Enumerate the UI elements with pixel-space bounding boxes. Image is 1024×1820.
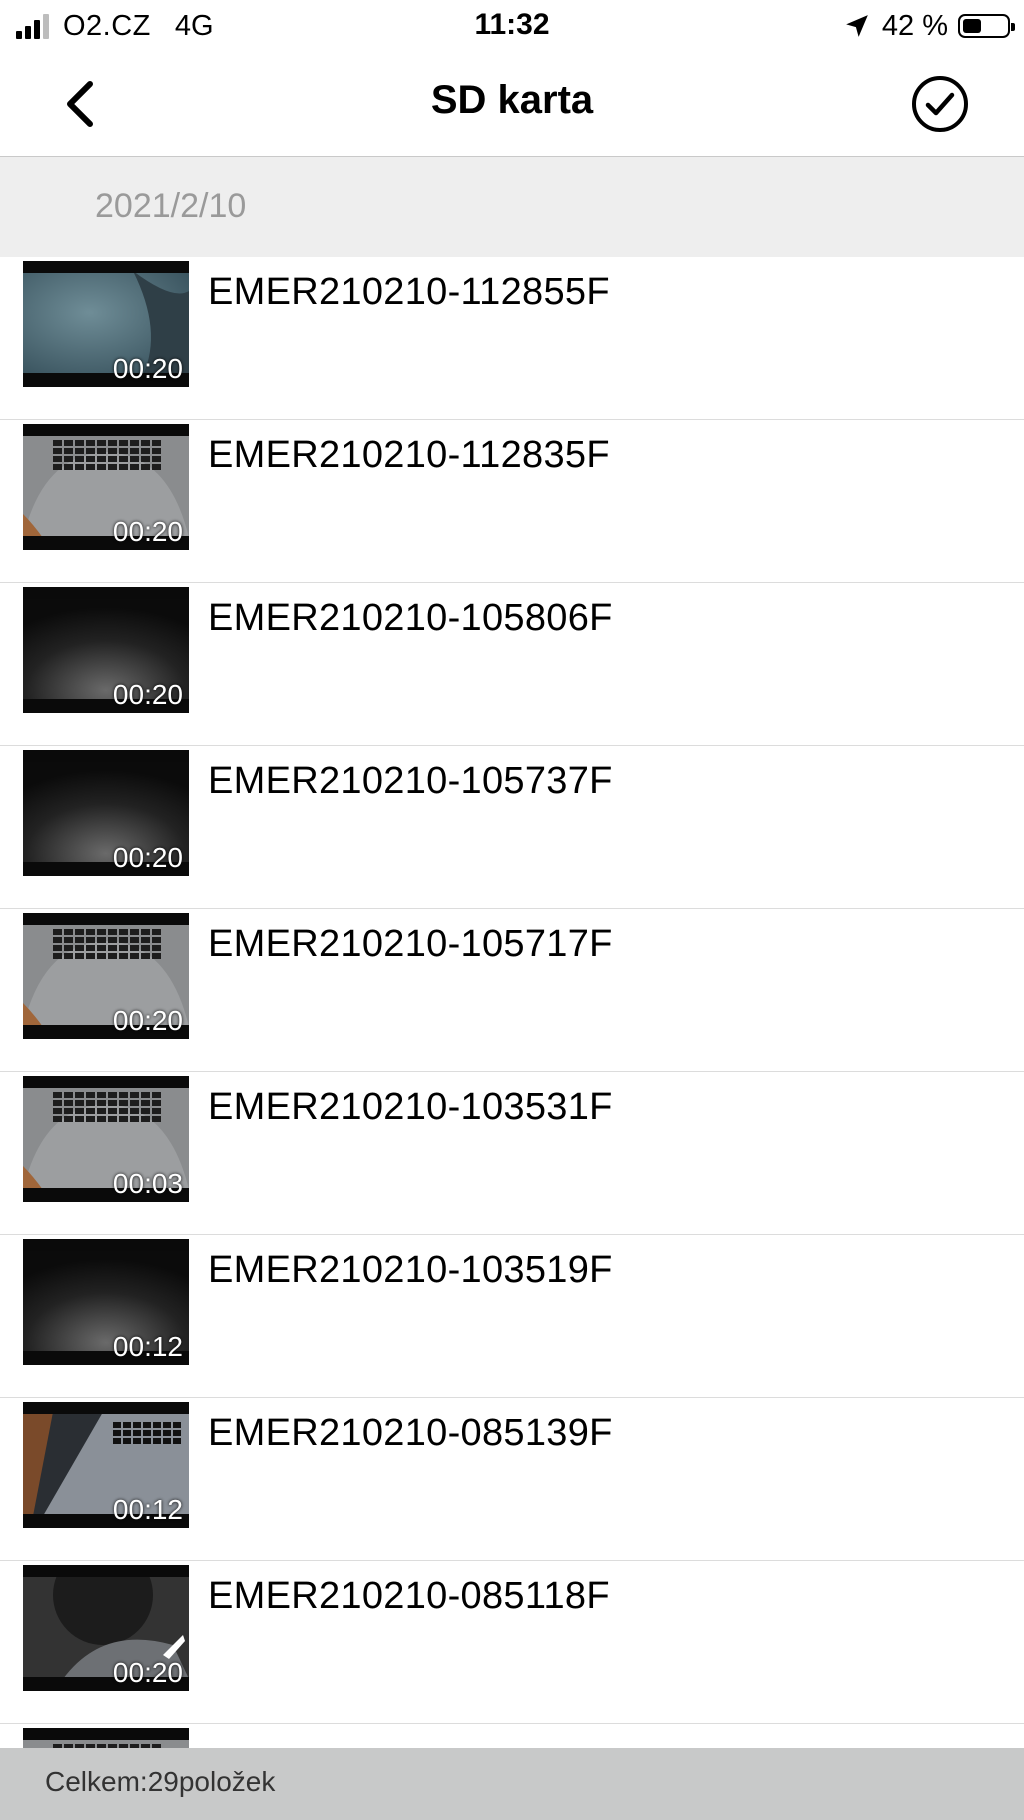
list-item[interactable]: 00:12 EMER210210-103519F: [0, 1235, 1024, 1398]
file-name: EMER210210-103519F: [208, 1249, 613, 1291]
list-item[interactable]: 00:20 EMER210210-105737F: [0, 746, 1024, 909]
list-item[interactable]: 00:12 EMER210210-085139F: [0, 1398, 1024, 1561]
file-name: EMER210210-112855F: [208, 271, 610, 313]
battery-level: [963, 19, 981, 33]
video-duration: 00:20: [112, 353, 183, 384]
status-bar: O2.CZ 4G 11:32 42 %: [0, 0, 1024, 52]
file-name: EMER210210-085118F: [208, 1575, 610, 1617]
footer-bar: Celkem:29položek: [0, 1748, 1024, 1820]
list-item[interactable]: 00:20 EMER210210-112855F: [0, 257, 1024, 420]
video-thumbnail[interactable]: 00:20: [23, 750, 189, 876]
video-thumbnail[interactable]: 00:03: [23, 1076, 189, 1202]
video-thumbnail[interactable]: 00:12: [23, 1402, 189, 1528]
file-list[interactable]: 00:20 EMER210210-112855F 00:20 EMER210210-1…: [0, 257, 1024, 1748]
video-duration: 00:03: [112, 1168, 183, 1199]
video-duration: 00:12: [112, 1331, 183, 1362]
file-name: EMER210210-085139F: [208, 1412, 613, 1454]
list-item[interactable]: 00:20 EMER210210-112835F: [0, 420, 1024, 583]
file-name: EMER210210-105806F: [208, 597, 613, 639]
total-count: Celkem:29položek: [45, 1766, 276, 1797]
location-arrow-icon: [846, 15, 868, 37]
section-header: 2021/2/10: [0, 157, 1024, 257]
file-name: EMER210210-103531F: [208, 1086, 613, 1128]
video-duration: 00:20: [112, 842, 183, 873]
list-item[interactable]: [0, 1724, 1024, 1748]
video-thumbnail[interactable]: 00:20: [23, 913, 189, 1039]
file-name: EMER210210-112835F: [208, 434, 610, 476]
list-item[interactable]: 00:20 EMER210210-085118F: [0, 1561, 1024, 1724]
chevron-left-icon[interactable]: [52, 74, 112, 134]
nav-bar: SD karta: [0, 52, 1024, 157]
status-right: 42 %: [844, 8, 1015, 44]
video-thumbnail[interactable]: 00:20: [23, 424, 189, 550]
section-date: 2021/2/10: [95, 187, 247, 225]
list-item[interactable]: 00:20 EMER210210-105717F: [0, 909, 1024, 1072]
video-duration: 00:20: [112, 1005, 183, 1036]
video-duration: 00:20: [112, 1657, 183, 1688]
video-thumbnail[interactable]: 00:20: [23, 587, 189, 713]
list-item[interactable]: 00:20 EMER210210-105806F: [0, 583, 1024, 746]
video-duration: 00:20: [112, 516, 183, 547]
battery-percent: 42 %: [881, 9, 948, 42]
file-name: EMER210210-105737F: [208, 760, 613, 802]
page-title: SD karta: [430, 78, 594, 122]
video-thumbnail[interactable]: 00:20: [23, 1565, 189, 1691]
video-thumbnail[interactable]: 00:20: [23, 261, 189, 387]
battery-icon: [958, 14, 1015, 38]
video-duration: 00:20: [112, 679, 183, 710]
list-item[interactable]: 00:03 EMER210210-103531F: [0, 1072, 1024, 1235]
video-thumbnail[interactable]: [23, 1728, 189, 1748]
video-duration: 00:12: [112, 1494, 183, 1525]
checkmark-circle-icon[interactable]: [910, 74, 970, 134]
video-thumbnail[interactable]: 00:12: [23, 1239, 189, 1365]
file-name: EMER210210-105717F: [208, 923, 613, 965]
